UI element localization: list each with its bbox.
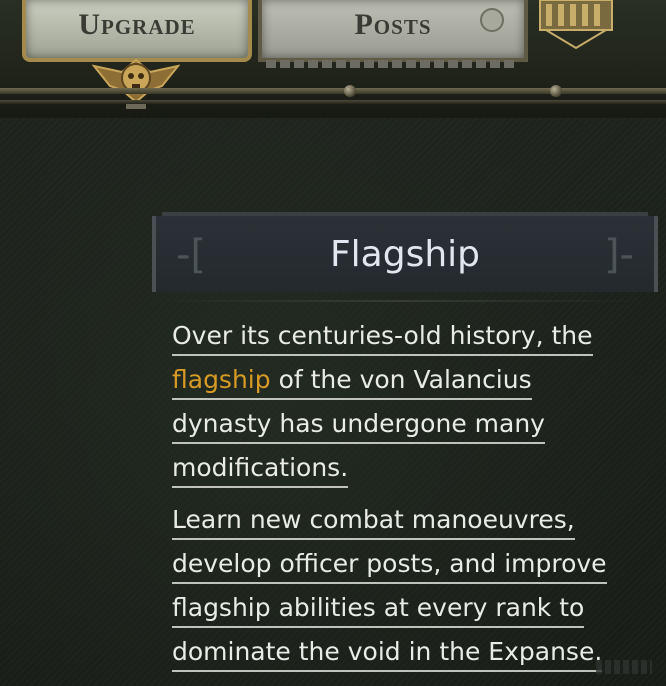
rail-lower	[0, 100, 666, 104]
text-fragment: of the von Valancius	[270, 365, 532, 394]
gear-ornament-icon	[539, 0, 613, 50]
description-paragraph-2: Learn new combat manoeuvres, develop off…	[172, 500, 642, 676]
highlight-keyword[interactable]: flagship	[172, 365, 271, 394]
top-navigation-bar: Upgrade Posts	[0, 0, 666, 118]
tab-upgrade-label: Upgrade	[78, 8, 196, 41]
rivet-icon	[550, 85, 562, 97]
text-line: flagship abilities at every rank to	[172, 590, 585, 628]
text-line: dominate the void in the Expanse.	[172, 634, 603, 672]
text-line-with-highlight: flagship of the von Valancius	[172, 362, 532, 400]
description-paragraph-1: Over its centuries-old history, the flag…	[172, 316, 642, 492]
text-line: modifications.	[172, 450, 349, 488]
panel-title: Flagship	[329, 234, 481, 275]
text-line: develop officer posts, and improve	[172, 546, 607, 584]
tab-posts-label: Posts	[354, 8, 432, 41]
knob-icon	[480, 8, 504, 32]
title-divider	[152, 300, 650, 302]
text-line: Learn new combat manoeuvres,	[172, 502, 575, 540]
text-line: Over its centuries-old history, the	[172, 318, 593, 356]
rivet-icon	[344, 85, 356, 97]
tab-indicator-dots	[266, 60, 516, 68]
rail-upper	[0, 88, 666, 94]
text-line: dynasty has undergone many	[172, 406, 545, 444]
panel-title-plate: -[ ]- Flagship	[152, 212, 658, 292]
corner-decoration	[596, 660, 652, 674]
